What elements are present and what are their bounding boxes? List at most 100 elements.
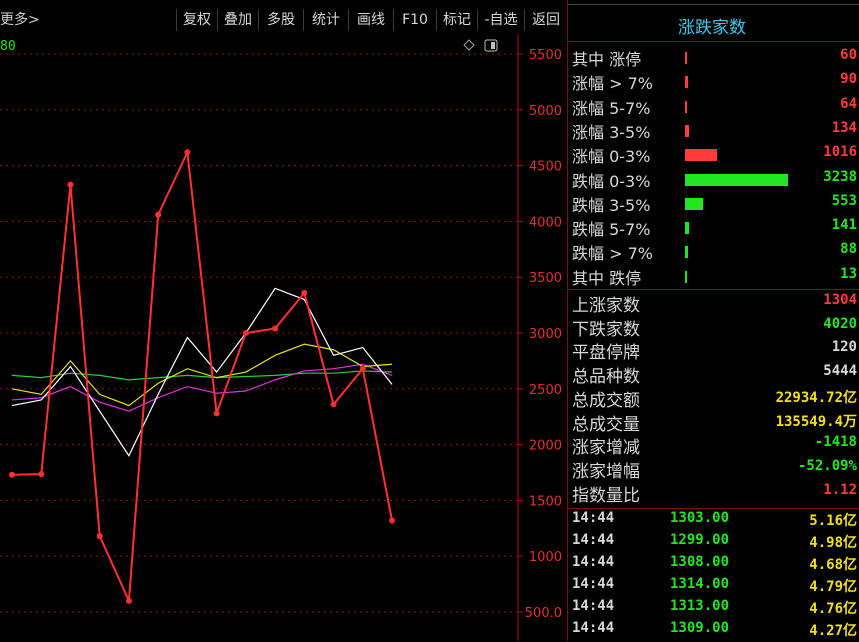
stat-value: 1.12 — [823, 481, 857, 498]
stat-label: 总成交额 — [572, 390, 640, 411]
stat-row: 指数量比 1.12 — [572, 481, 857, 506]
more-menu-link[interactable]: 更多> — [0, 9, 40, 29]
stat-value: 22934.72亿 — [775, 389, 857, 406]
y-tick-label: 5000 — [529, 104, 562, 119]
line-chart[interactable]: 80 5500 5000 4500 4000 3500 3000 2500 2000 1500 1… — [0, 34, 567, 641]
data-point — [301, 289, 308, 296]
dist-row: 跌幅 5-7% 141 — [572, 216, 857, 240]
y-tick-label: 4000 — [529, 215, 562, 230]
data-point — [125, 597, 132, 604]
stat-label: 指数量比 — [572, 485, 640, 506]
stat-row: 总成交量 135549.4万 — [572, 410, 857, 435]
fuquan-button[interactable]: 复权 — [176, 9, 217, 31]
tick-price: 1314.00 — [670, 576, 730, 592]
stat-label: 上涨家数 — [572, 296, 640, 316]
stat-value: 1304 — [823, 292, 857, 308]
tick-time: 14:44 — [572, 532, 615, 548]
y-tick-label: 4500 — [529, 160, 562, 175]
data-point — [67, 181, 74, 188]
dist-row: 涨幅 3-5% 134 — [572, 119, 857, 143]
f10-button[interactable]: F10 — [393, 9, 436, 31]
stat-value: -52.09% — [797, 457, 857, 474]
dist-bar — [685, 197, 703, 210]
y-tick-label: 500.0 — [525, 606, 562, 621]
dist-value: 553 — [831, 192, 857, 209]
panel-toggle-icon[interactable] — [484, 39, 498, 52]
stat-value: 135549.4万 — [775, 413, 857, 430]
stat-label: 总成交量 — [572, 414, 640, 435]
dist-value: 60 — [840, 47, 857, 63]
series-line — [11, 343, 393, 407]
data-point — [272, 325, 279, 332]
back-button[interactable]: 返回 — [524, 9, 567, 31]
y-tick-label: 2500 — [529, 383, 562, 398]
series-line — [11, 287, 393, 457]
stat-row: 总品种数 5444 — [572, 362, 857, 388]
multi-stock-button[interactable]: 多股 — [258, 9, 303, 31]
stat-label: 涨家增幅 — [572, 461, 640, 482]
y-tick-label: 1500 — [529, 494, 562, 509]
remove-favorite-button[interactable]: -自选 — [477, 9, 524, 31]
tick-amount: 4.27亿 — [809, 623, 857, 639]
tick-time: 14:44 — [572, 620, 615, 636]
dist-label: 涨幅 > 7% — [572, 74, 653, 94]
data-point — [242, 330, 249, 336]
data-point — [155, 211, 162, 218]
dist-label: 跌幅 3-5% — [572, 195, 651, 215]
tick-row: 14:44 1314.00 4.79亿 — [572, 576, 857, 598]
tick-price: 1299.00 — [670, 532, 730, 548]
dist-bar — [685, 52, 687, 64]
dist-row: 涨幅 > 7% 90 — [572, 70, 857, 94]
dist-bar — [685, 246, 688, 259]
mark-button[interactable]: 标记 — [436, 9, 477, 31]
tick-amount: 5.16亿 — [809, 513, 857, 529]
draw-line-button[interactable]: 画线 — [348, 9, 393, 31]
dist-row: 涨幅 0-3% 1016 — [572, 143, 857, 167]
tick-amount: 4.68亿 — [809, 557, 857, 573]
data-point — [9, 471, 15, 478]
dist-value: 13 — [840, 265, 857, 282]
statistics-button[interactable]: 统计 — [303, 9, 348, 31]
tick-row: 14:44 1308.00 4.68亿 — [572, 554, 857, 576]
dist-value: 1016 — [823, 144, 857, 161]
stat-row: 涨家增幅 -52.09% — [572, 457, 857, 482]
stat-value: 4020 — [823, 315, 857, 332]
y-tick-label: 3000 — [529, 327, 562, 342]
toolbar: 更多> 复权 叠加 多股 统计 画线 F10 标记 -自选 返回 — [0, 0, 567, 34]
dist-bar — [685, 173, 788, 186]
dist-bar — [685, 124, 689, 137]
overlay-button[interactable]: 叠加 — [217, 9, 258, 31]
dist-row: 其中 涨停 60 — [572, 46, 857, 70]
dist-row: 跌幅 > 7% 88 — [572, 240, 857, 264]
y-tick-label: 5500 — [529, 48, 562, 63]
tick-row: 14:44 1309.00 4.27亿 — [572, 620, 857, 642]
tick-time: 14:44 — [572, 598, 615, 614]
dist-label: 涨幅 5-7% — [572, 98, 651, 118]
breadth-panel: 涨跌家数 其中 涨停 60 涨幅 > 7% 90 涨幅 5-7% 64 涨幅 3-5% 134… — [567, 0, 859, 641]
stat-row: 下跌家数 4020 — [572, 315, 857, 340]
dist-label: 跌幅 0-3% — [572, 171, 651, 191]
data-point — [389, 517, 395, 524]
stat-row: 总成交额 22934.72亿 — [572, 386, 857, 411]
dist-bar — [685, 100, 687, 113]
dist-value: 3238 — [823, 168, 857, 185]
stat-row: 平盘停牌 120 — [572, 338, 857, 364]
data-point — [96, 533, 103, 540]
tick-row: 14:44 1313.00 4.76亿 — [572, 598, 857, 620]
dist-value: 64 — [840, 95, 857, 112]
dist-row: 其中 跌停 13 — [572, 265, 857, 289]
dist-label: 跌幅 > 7% — [572, 244, 653, 264]
tick-price: 1313.00 — [670, 598, 730, 614]
y-tick-label: 1000 — [529, 550, 562, 565]
stat-label: 总品种数 — [572, 367, 640, 388]
tick-amount: 4.76亿 — [809, 601, 857, 617]
stat-value: -1418 — [814, 434, 857, 451]
diamond-icon[interactable] — [463, 39, 475, 51]
dist-bar — [685, 149, 717, 162]
stat-label: 涨家增减 — [572, 438, 640, 459]
dist-row: 涨幅 5-7% 64 — [572, 95, 857, 119]
y-tick-label: 2000 — [529, 439, 562, 454]
tick-row: 14:44 1303.00 5.16亿 — [572, 510, 857, 532]
tick-price: 1309.00 — [670, 620, 730, 636]
stat-label: 平盘停牌 — [572, 343, 640, 364]
